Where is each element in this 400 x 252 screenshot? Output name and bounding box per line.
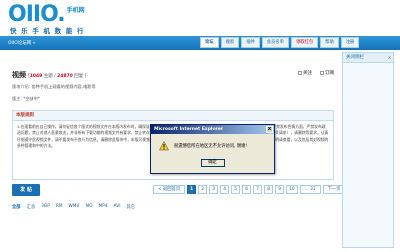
breadcrumb[interactable]: OIIO论坛网 » bbox=[8, 40, 35, 46]
ok-button[interactable]: 确定 bbox=[200, 159, 225, 167]
site-slogan: 快 乐 手 机 数 能 行 bbox=[10, 27, 85, 35]
filter-item[interactable]: AVI bbox=[114, 204, 121, 210]
close-icon[interactable]: x bbox=[388, 54, 391, 63]
filter-item[interactable]: MO bbox=[85, 204, 92, 210]
checkbox-icon bbox=[298, 71, 302, 75]
pager-page[interactable]: 6 bbox=[242, 185, 252, 194]
logo-subtext: 手机网 bbox=[66, 7, 85, 14]
filter-item[interactable]: 其它 bbox=[126, 204, 135, 210]
forum-title: 视频 bbox=[12, 71, 26, 79]
dialog-title-bar[interactable]: Microsoft Internet Explorer x bbox=[151, 125, 274, 134]
logo-text: OIIO. bbox=[8, 2, 66, 27]
pager-page[interactable]: 10 bbox=[286, 185, 298, 194]
tab-search[interactable]: 搜索 bbox=[220, 37, 240, 48]
tab-register[interactable]: 注册 bbox=[340, 37, 360, 48]
pagination: < 返回首页 1 2 3 4 5 6 7 8 9 10 ... 31 下一页 > bbox=[153, 185, 351, 194]
new-post-button[interactable]: 发 帖 bbox=[12, 184, 40, 196]
tab-plugins[interactable]: 插件 bbox=[241, 37, 260, 48]
filter-item[interactable]: 汇总 bbox=[27, 204, 36, 210]
pager-prev[interactable]: < 返回首页 bbox=[153, 185, 186, 194]
right-sidebar: 关闭侧栏 x bbox=[342, 52, 394, 248]
pager-page[interactable]: 4 bbox=[220, 185, 230, 194]
dialog-body: 很遗憾您所在地区无不允许访问, 谢谢! bbox=[151, 134, 274, 154]
forum-actions: 关注 订阅 bbox=[298, 70, 334, 76]
tab-help[interactable]: 帮助 bbox=[320, 37, 339, 48]
topic-count: 1049 bbox=[29, 74, 43, 79]
warning-icon bbox=[159, 141, 169, 151]
pager-page[interactable]: 3 bbox=[209, 185, 219, 194]
pager-page[interactable]: 2 bbox=[198, 185, 208, 194]
format-filters: 全部 汇总 3GP RM WMV MO MP4 AVI 其它 bbox=[12, 204, 135, 210]
sidebar-heading-label[interactable]: 关闭侧栏 bbox=[346, 55, 364, 60]
alert-dialog: Microsoft Internet Explorer x 很遗憾您所在地区无不… bbox=[150, 124, 275, 174]
forum-stats: [1049 主题 / 24870 回复 ] bbox=[28, 73, 86, 79]
pager-page[interactable]: 1 bbox=[187, 185, 197, 194]
dialog-close-icon[interactable]: x bbox=[266, 126, 273, 133]
tab-redpacket[interactable]: 领取红包 bbox=[290, 37, 319, 48]
post-label: 回复 ] bbox=[72, 74, 87, 79]
filter-item[interactable]: MP4 bbox=[99, 204, 108, 210]
pager-page[interactable]: 7 bbox=[253, 185, 263, 194]
collect-button[interactable]: 关注 bbox=[298, 70, 312, 76]
filter-item[interactable]: 3GP bbox=[41, 204, 50, 210]
pager-last[interactable]: ... 31 bbox=[299, 185, 321, 194]
filter-item[interactable]: WMV bbox=[69, 204, 80, 210]
forum-moderator: 版主: *空缺中* bbox=[12, 96, 40, 101]
pager-page[interactable]: 5 bbox=[231, 185, 241, 194]
forum-title-row: 视频 [1049 主题 / 24870 回复 ] bbox=[12, 70, 86, 80]
filter-all[interactable]: 全部 bbox=[12, 204, 21, 210]
nav-tabs: 论坛 搜索 插件 会员名单 领取红包 帮助 注册 bbox=[200, 37, 360, 48]
filter-item[interactable]: RM bbox=[56, 204, 63, 210]
rss-button[interactable]: 订阅 bbox=[320, 70, 334, 76]
dialog-title: Microsoft Internet Explorer bbox=[154, 127, 224, 132]
pager-page[interactable]: 9 bbox=[275, 185, 285, 194]
top-nav-bar: OIIO论坛网 » 论坛 搜索 插件 会员名单 领取红包 帮助 注册 bbox=[0, 36, 400, 50]
site-logo[interactable]: OIIO. 手机网 bbox=[8, 4, 85, 26]
dialog-message: 很遗憾您所在地区无不允许访问, 谢谢! bbox=[174, 144, 248, 149]
pager-page[interactable]: 8 bbox=[264, 185, 274, 194]
topic-label: 主题 / bbox=[42, 74, 58, 79]
rss-icon bbox=[320, 71, 324, 75]
tab-members[interactable]: 会员名单 bbox=[261, 37, 289, 48]
rss-label: 订阅 bbox=[325, 71, 334, 76]
forum-intro: 版块介绍: 各种手机上观看的视频内容,电影等 bbox=[12, 84, 96, 89]
site-header: OIIO. 手机网 快 乐 手 机 数 能 行 bbox=[0, 0, 400, 36]
collect-label: 关注 bbox=[303, 71, 312, 76]
post-count: 24870 bbox=[57, 74, 73, 79]
sidebar-heading: 关闭侧栏 x bbox=[343, 53, 393, 63]
tab-forum[interactable]: 论坛 bbox=[200, 37, 219, 48]
rules-heading[interactable]: 本版规则 bbox=[13, 111, 333, 121]
